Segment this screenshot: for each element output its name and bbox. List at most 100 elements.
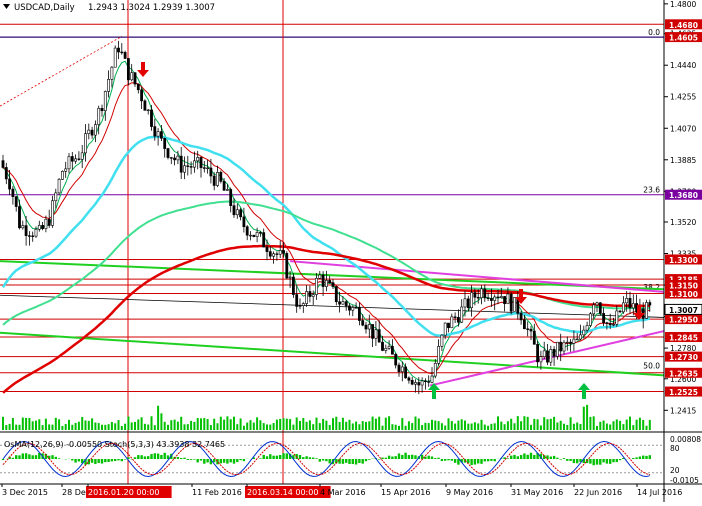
volume-bar [236,424,238,430]
date-tick-label: 14 Jul 2016 [637,488,682,497]
candle-body [299,306,301,307]
osma-bar [111,459,113,461]
volume-bar [603,421,605,430]
osma-bar [550,457,552,459]
volume-bar [184,424,186,430]
volume-bar [530,425,532,430]
volume-bar [576,422,578,430]
chart-window[interactable]: 0.023.638.250.0 0.008088020-0.0105 1.480… [0,0,702,502]
osma-bar [263,455,265,459]
level-label: 1.3100 [669,290,698,299]
candle-body [381,342,383,350]
volume-bar [586,405,588,430]
candle-body [315,278,317,294]
volume-bar [147,425,149,430]
osma-bar [635,457,637,459]
volume-bar [500,422,502,430]
osma-bar [352,459,354,464]
candle-body [332,283,334,287]
osma-bar [144,456,146,459]
volume-bar [477,423,479,430]
volume-bar [230,419,232,430]
date-tick-label: 9 May 2016 [446,488,493,497]
volume-bar [279,419,281,430]
volume-bar [646,426,648,430]
osma-bar [484,459,486,461]
osma-bar [309,457,311,459]
candle-body [550,349,552,362]
volume-bar [28,418,30,430]
volume-bar [365,422,367,430]
osma-bar [312,458,314,459]
volume-bar [550,419,552,430]
price-tick-label: 1.4070 [670,124,696,133]
volume-bar [48,424,50,430]
fib-level-label: 0.0 [648,28,660,37]
candle-body [210,168,212,176]
candle-body [411,380,413,384]
candle-body [471,293,473,308]
candle-body [510,294,512,311]
volume-bar [504,424,506,430]
osma-bar [437,458,439,459]
volume-bar [523,416,525,430]
volume-bar [451,421,453,430]
volume-bar [263,423,265,430]
volume-bar [596,426,598,430]
volume-bar [187,424,189,430]
candle-body [391,346,393,354]
osma-bar [609,459,611,464]
osma-bar [325,459,327,461]
candle-body [197,157,199,160]
osma-bar [216,459,218,464]
volume-bar [411,423,413,430]
candle-body [596,303,598,305]
osma-bar [451,459,453,461]
osma-bar [381,458,383,459]
volume-bar [428,423,430,430]
volume-bar [190,421,192,430]
candle-body [355,307,357,308]
candle-body [513,297,515,311]
candle-body [487,298,489,299]
volume-bar [71,425,73,430]
osma-bar [507,458,509,459]
osma-bar [322,459,324,460]
candle-body [117,48,119,52]
osma-bar [454,459,456,463]
candle-body [540,357,542,362]
candle-body [104,91,106,110]
osma-bar [266,456,268,459]
volume-bar [401,418,403,430]
candle-body [523,320,525,329]
candle-body [395,354,397,365]
candle-body [78,159,80,160]
volume-bar [547,419,549,430]
osma-bar [404,453,406,459]
candle-body [563,342,565,351]
candle [144,99,146,110]
osma-bar [569,459,571,461]
candle-body [606,323,608,324]
candle-body [121,52,123,53]
date-tick-label: 4 Mar 2016 [320,488,366,497]
volume-bar [42,425,44,430]
candle-body [193,161,195,167]
candle-body [240,210,242,217]
price-chart[interactable]: 0.023.638.250.0 0.008088020-0.0105 1.480… [0,0,702,502]
osma-bar [203,459,205,464]
candle-body [543,351,545,357]
volume-bar [266,424,268,430]
volume-bar [444,426,446,430]
volume-bar [210,425,212,430]
candle-body [388,346,390,348]
osma-bar [329,459,331,463]
volume-bar [151,416,153,430]
candle [114,45,116,67]
osma-bar [32,455,34,459]
volume-bar [124,424,126,430]
osma-bar [107,459,109,462]
volume-bar [619,421,621,430]
volume-bar [431,420,433,430]
osma-bar [576,459,578,463]
